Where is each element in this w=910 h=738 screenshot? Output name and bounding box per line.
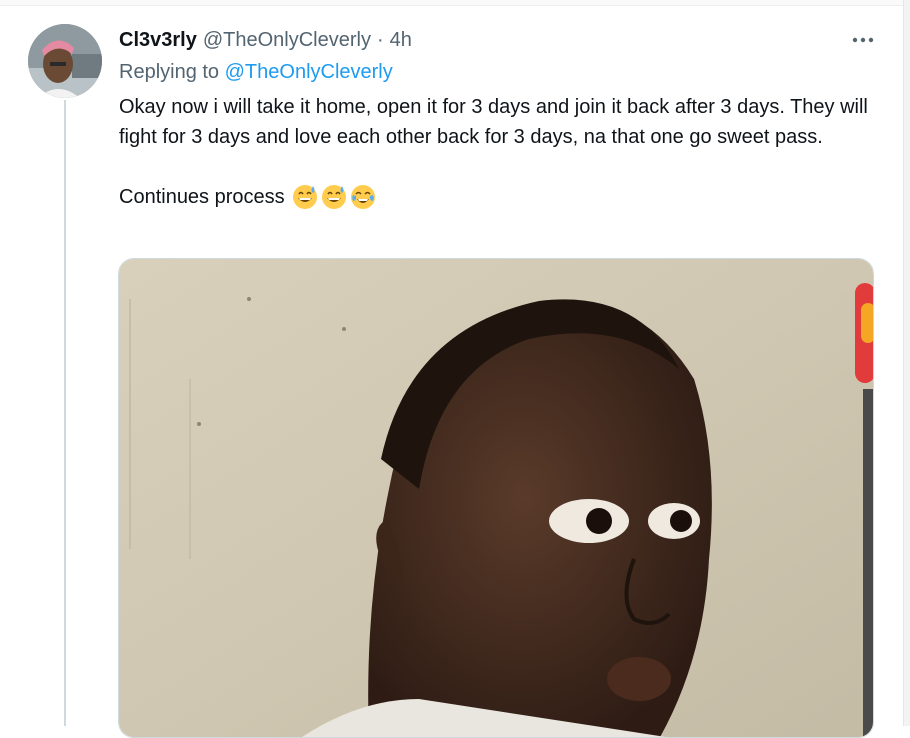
tweet-text: Okay now i will take it home, open it fo… [119, 92, 889, 212]
display-name[interactable]: Cl3v3rly [119, 29, 197, 52]
replying-to: Replying to @TheOnlyCleverly [119, 61, 393, 84]
tweet-header: Cl3v3rly @TheOnlyCleverly · 4h [119, 28, 412, 52]
tweet-text-line: Continues process [119, 186, 285, 208]
tweet-media-image[interactable] [118, 258, 874, 738]
user-handle[interactable]: @TheOnlyCleverly [203, 29, 371, 52]
scrollbar-track[interactable] [903, 0, 910, 726]
emoji-group [292, 184, 376, 210]
replying-to-mention-link[interactable]: @TheOnlyCleverly [225, 61, 393, 83]
thread-line [64, 100, 66, 726]
replying-to-label: Replying to [119, 61, 220, 83]
face-with-tears-of-joy-icon [350, 185, 375, 209]
timestamp[interactable]: 4h [390, 29, 412, 52]
grinning-face-with-sweat-icon [292, 185, 317, 209]
separator-dot: · [376, 28, 384, 51]
more-options-button[interactable] [846, 26, 880, 54]
more-horizontal-icon [852, 37, 874, 43]
tweet-text-paragraph: Okay now i will take it home, open it fo… [119, 96, 868, 148]
avatar[interactable] [28, 24, 102, 98]
tweet-text-paragraph: Continues process [119, 182, 889, 212]
grinning-face-with-sweat-icon [321, 185, 346, 209]
window-top-edge [0, 0, 903, 6]
